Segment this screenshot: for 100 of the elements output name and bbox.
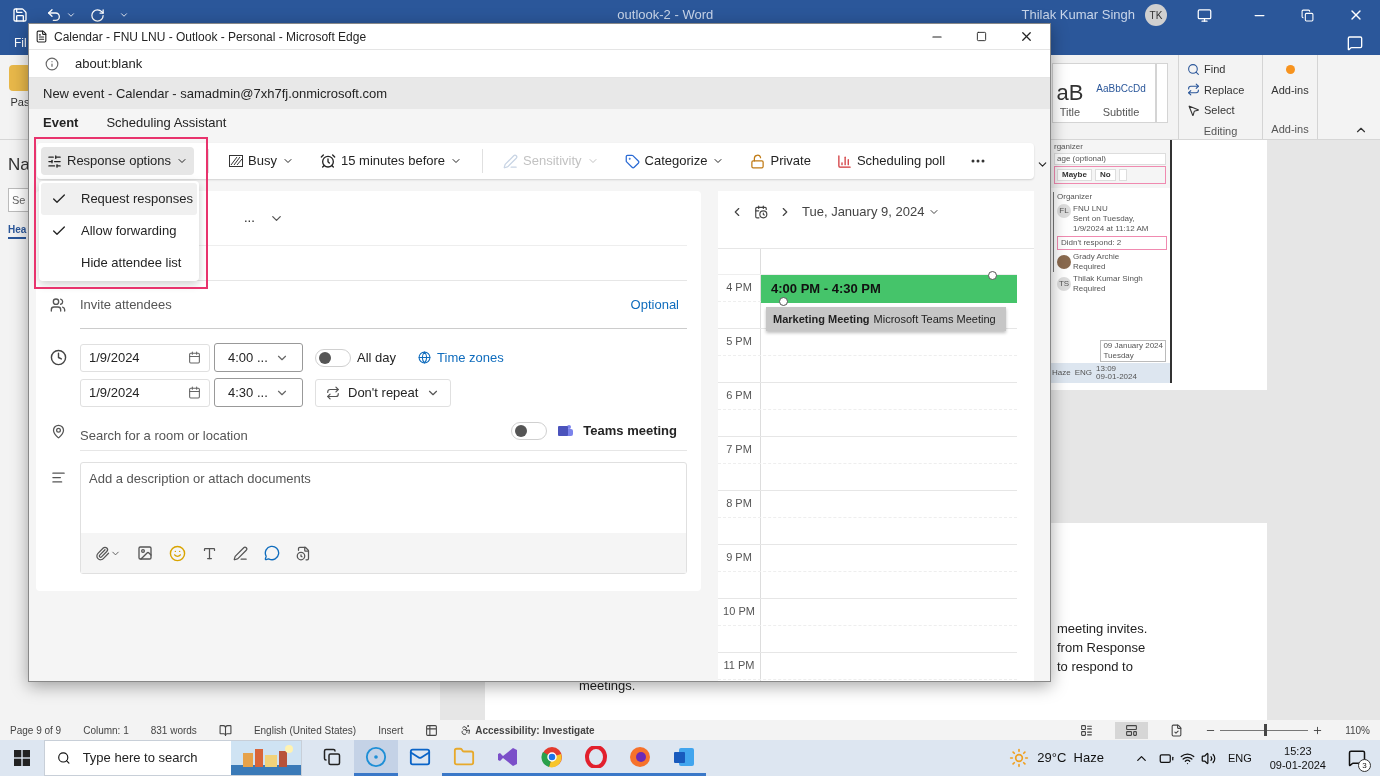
status-text[interactable]: Column: 1 [83, 722, 129, 738]
zoom-in-icon[interactable] [1312, 724, 1324, 736]
style-option[interactable]: AaBbCcDd Subtitle [1087, 64, 1155, 122]
status-text[interactable]: English (United States) [253, 722, 357, 738]
search-field[interactable]: Type here to search [44, 740, 302, 776]
date-field[interactable]: 1/9/2024 [80, 343, 210, 372]
globe-icon[interactable] [418, 351, 432, 364]
paperclip-icon[interactable] [95, 545, 110, 561]
time-dropdown[interactable]: 4:00 ... [214, 343, 303, 372]
style-option[interactable]: aB Title [1053, 64, 1087, 122]
code-editor-icon[interactable] [497, 745, 519, 768]
calendar-event[interactable]: Marketing Meeting Microsoft Teams Meeting [766, 307, 1006, 331]
browser-icon[interactable] [629, 745, 651, 768]
clock-icon [49, 349, 67, 366]
ribbon-command[interactable]: Find [1187, 61, 1254, 78]
maximize-icon[interactable] [976, 31, 987, 42]
date-picker[interactable]: Tue, January 9, 2024 [802, 202, 941, 222]
date-field[interactable]: 1/9/2024 [80, 378, 210, 407]
comments-icon[interactable] [1347, 34, 1363, 51]
accessibility-icon[interactable] [460, 724, 473, 736]
pen-icon[interactable] [233, 545, 248, 561]
paste-icon[interactable] [9, 65, 31, 91]
proofing-icon[interactable] [218, 723, 232, 737]
network-icon[interactable] [1179, 750, 1195, 766]
close-icon[interactable] [1019, 29, 1034, 44]
toolbar-button[interactable]: Categorize [618, 147, 731, 175]
weather-text[interactable]: 29°C Haze [1037, 748, 1104, 768]
status-text[interactable]: Page 9 of 9 [10, 722, 62, 738]
addins-button[interactable]: Add-ins [1271, 82, 1309, 99]
save-icon[interactable] [12, 7, 28, 23]
repeat-dropdown[interactable]: Don't repeat [315, 378, 452, 407]
redo-icon[interactable] [90, 7, 105, 23]
ribbon-command[interactable]: Select [1187, 102, 1254, 119]
search-icon [57, 750, 71, 766]
text-format-icon[interactable] [202, 545, 217, 561]
zoom-slider[interactable] [1220, 724, 1309, 736]
attendee-group[interactable]: Didn't respond: 2 [1057, 236, 1167, 250]
read-mode-icon[interactable] [1080, 723, 1094, 737]
time-zones-link[interactable]: Time zones [418, 347, 504, 368]
paste-label[interactable]: Pas [10, 94, 30, 111]
task-view-icon[interactable] [323, 747, 341, 766]
hour-label: 9 PM [726, 550, 752, 565]
resize-handle[interactable] [779, 297, 788, 306]
toolbar-button[interactable]: Response options [41, 147, 195, 175]
menu-item[interactable]: Hide attendee list [41, 247, 197, 279]
toolbar-button[interactable]: Busy [223, 147, 300, 175]
image-icon[interactable] [137, 545, 153, 561]
toolbar-button[interactable]: 15 minutes before [314, 147, 469, 175]
location-field[interactable]: Search for a room or location [80, 415, 248, 446]
optional-link[interactable]: Optional [630, 294, 679, 315]
person-name: Thilak Kumar Singh [1073, 274, 1143, 284]
document-clock-icon[interactable] [296, 545, 311, 561]
language-indicator[interactable]: ENG [1227, 749, 1252, 767]
ribbon-tab[interactable]: Fil [14, 33, 27, 52]
macro-icon[interactable] [425, 723, 439, 737]
web-layout-icon[interactable] [1170, 723, 1184, 737]
toggle-switch[interactable] [511, 421, 548, 440]
tab[interactable]: Scheduling Assistant [106, 112, 227, 139]
today-icon[interactable] [754, 205, 768, 219]
menu-item[interactable]: Request responses [41, 183, 197, 215]
print-layout-icon[interactable] [1125, 723, 1139, 737]
pane-tab[interactable]: Hea [8, 222, 27, 239]
menu-item[interactable]: Allow forwarding [41, 215, 197, 247]
tab[interactable]: Event [43, 112, 79, 139]
zoom-thumb[interactable] [1264, 724, 1268, 736]
attendees-field[interactable]: Invite attendees [80, 294, 172, 315]
address-field[interactable]: about:blank [75, 53, 143, 74]
chat-bubble-icon[interactable] [264, 545, 280, 561]
gallery-scrollbar[interactable] [1156, 63, 1168, 123]
zoom-level[interactable]: 110% [1345, 722, 1370, 738]
volume-icon[interactable] [1200, 750, 1216, 766]
browser-icon[interactable] [541, 745, 563, 768]
document-app-icon[interactable] [673, 745, 695, 768]
repeat-icon[interactable] [326, 385, 340, 400]
ribbon-display-icon[interactable] [1197, 7, 1212, 23]
description-field[interactable]: Add a description or attach documents [80, 462, 687, 574]
calendar-icon[interactable] [188, 386, 201, 399]
clock[interactable]: 15:23 09-01-2024 [1269, 744, 1326, 772]
info-icon[interactable] [45, 56, 59, 71]
ribbon-command[interactable]: Replace [1187, 81, 1254, 98]
restore-icon[interactable] [1301, 8, 1314, 22]
caret-icon[interactable] [66, 10, 76, 20]
customize-icon[interactable] [119, 10, 129, 20]
person-name: Grady Archie [1073, 252, 1120, 262]
toolbar-button[interactable]: Private [744, 147, 817, 175]
event-selection: 4:00 PM - 4:30 PM [761, 275, 1017, 303]
status-text[interactable]: Insert [378, 722, 404, 738]
notifications-icon[interactable] [1348, 749, 1366, 767]
time-dropdown[interactable]: 4:30 ... [214, 378, 303, 407]
browser-icon[interactable] [585, 745, 607, 768]
toggle-switch[interactable] [315, 348, 351, 367]
resize-handle[interactable] [988, 271, 997, 280]
toolbar-button[interactable]: Scheduling poll [830, 147, 952, 175]
accessibility-status[interactable]: Accessibility: Investigate [475, 722, 595, 738]
calendar-icon[interactable] [188, 351, 201, 364]
toggle-label: Teams meeting [583, 421, 677, 440]
undo-icon[interactable] [46, 7, 62, 23]
toggle-label: All day [357, 348, 397, 367]
start-windows-icon[interactable] [14, 750, 30, 766]
status-text[interactable]: 831 words [150, 722, 197, 738]
